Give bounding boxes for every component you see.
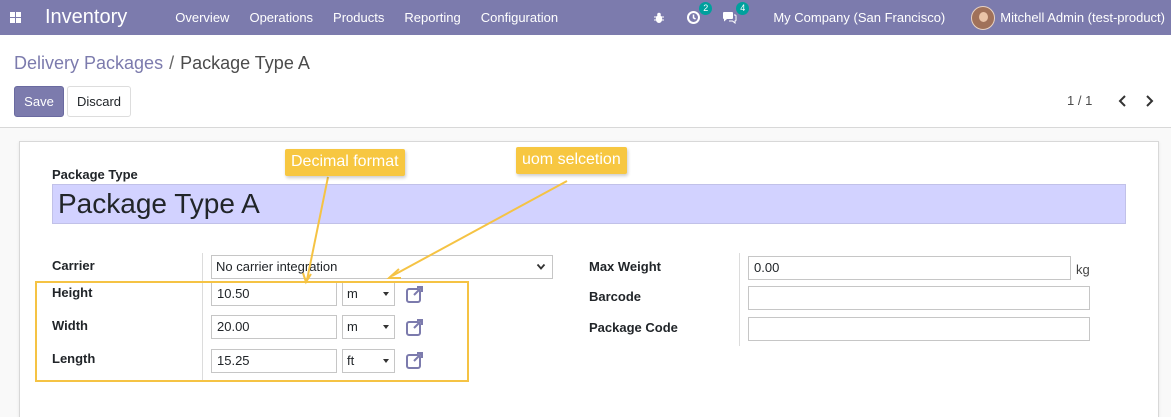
menu-item-overview[interactable]: Overview	[175, 10, 229, 25]
dimensions-highlight-box	[35, 281, 469, 382]
uom-selection-callout: uom selcetion	[516, 147, 627, 174]
user-avatar[interactable]	[971, 5, 996, 30]
main-menu: Overview Operations Products Reporting C…	[175, 10, 578, 25]
company-switcher[interactable]: My Company (San Francisco)	[773, 10, 945, 25]
app-title[interactable]: Inventory	[45, 6, 127, 29]
package-code-input[interactable]	[748, 317, 1090, 341]
carrier-value: No carrier integration	[216, 259, 338, 274]
menu-item-operations[interactable]: Operations	[249, 10, 313, 25]
pager-next-icon[interactable]	[1142, 93, 1156, 109]
apps-menu-icon[interactable]	[10, 12, 21, 23]
breadcrumb-parent[interactable]: Delivery Packages	[14, 53, 163, 74]
activity-badge: 2	[699, 2, 713, 15]
decimal-format-callout: Decimal format	[285, 149, 405, 176]
pager-previous-icon[interactable]	[1116, 93, 1130, 109]
menu-item-products[interactable]: Products	[333, 10, 384, 25]
menu-item-reporting[interactable]: Reporting	[404, 10, 460, 25]
pager-value[interactable]: 1 / 1	[1067, 93, 1092, 108]
chevron-down-icon	[536, 263, 546, 270]
messages-icon[interactable]: 4	[722, 2, 750, 24]
bug-icon[interactable]	[653, 12, 665, 24]
carrier-label: Carrier	[52, 258, 95, 273]
package-name-input[interactable]: Package Type A	[52, 184, 1126, 224]
barcode-label: Barcode	[589, 289, 642, 304]
carrier-select[interactable]: No carrier integration	[211, 255, 553, 279]
systray: 2 4 My Company (San Francisco) Mitchell …	[653, 0, 1171, 35]
barcode-input[interactable]	[748, 286, 1090, 310]
top-navbar: Inventory Overview Operations Products R…	[0, 0, 1171, 35]
breadcrumb-separator: /	[169, 53, 175, 73]
breadcrumb-current: Package Type A	[180, 53, 310, 73]
max-weight-label: Max Weight	[589, 259, 661, 274]
discard-button[interactable]: Discard	[67, 86, 131, 117]
save-button[interactable]: Save	[14, 86, 64, 117]
breadcrumb: Delivery Packages / Package Type A	[14, 53, 310, 74]
messages-badge: 4	[736, 2, 750, 15]
activity-clock-icon[interactable]: 2	[687, 2, 713, 24]
group-divider-right	[739, 253, 740, 346]
package-code-label: Package Code	[589, 320, 678, 335]
max-weight-input[interactable]: 0.00	[748, 256, 1071, 280]
max-weight-unit: kg	[1076, 262, 1090, 277]
menu-item-configuration[interactable]: Configuration	[481, 10, 558, 25]
package-type-label: Package Type	[52, 167, 138, 182]
user-menu[interactable]: Mitchell Admin (test-product)	[1000, 10, 1165, 25]
